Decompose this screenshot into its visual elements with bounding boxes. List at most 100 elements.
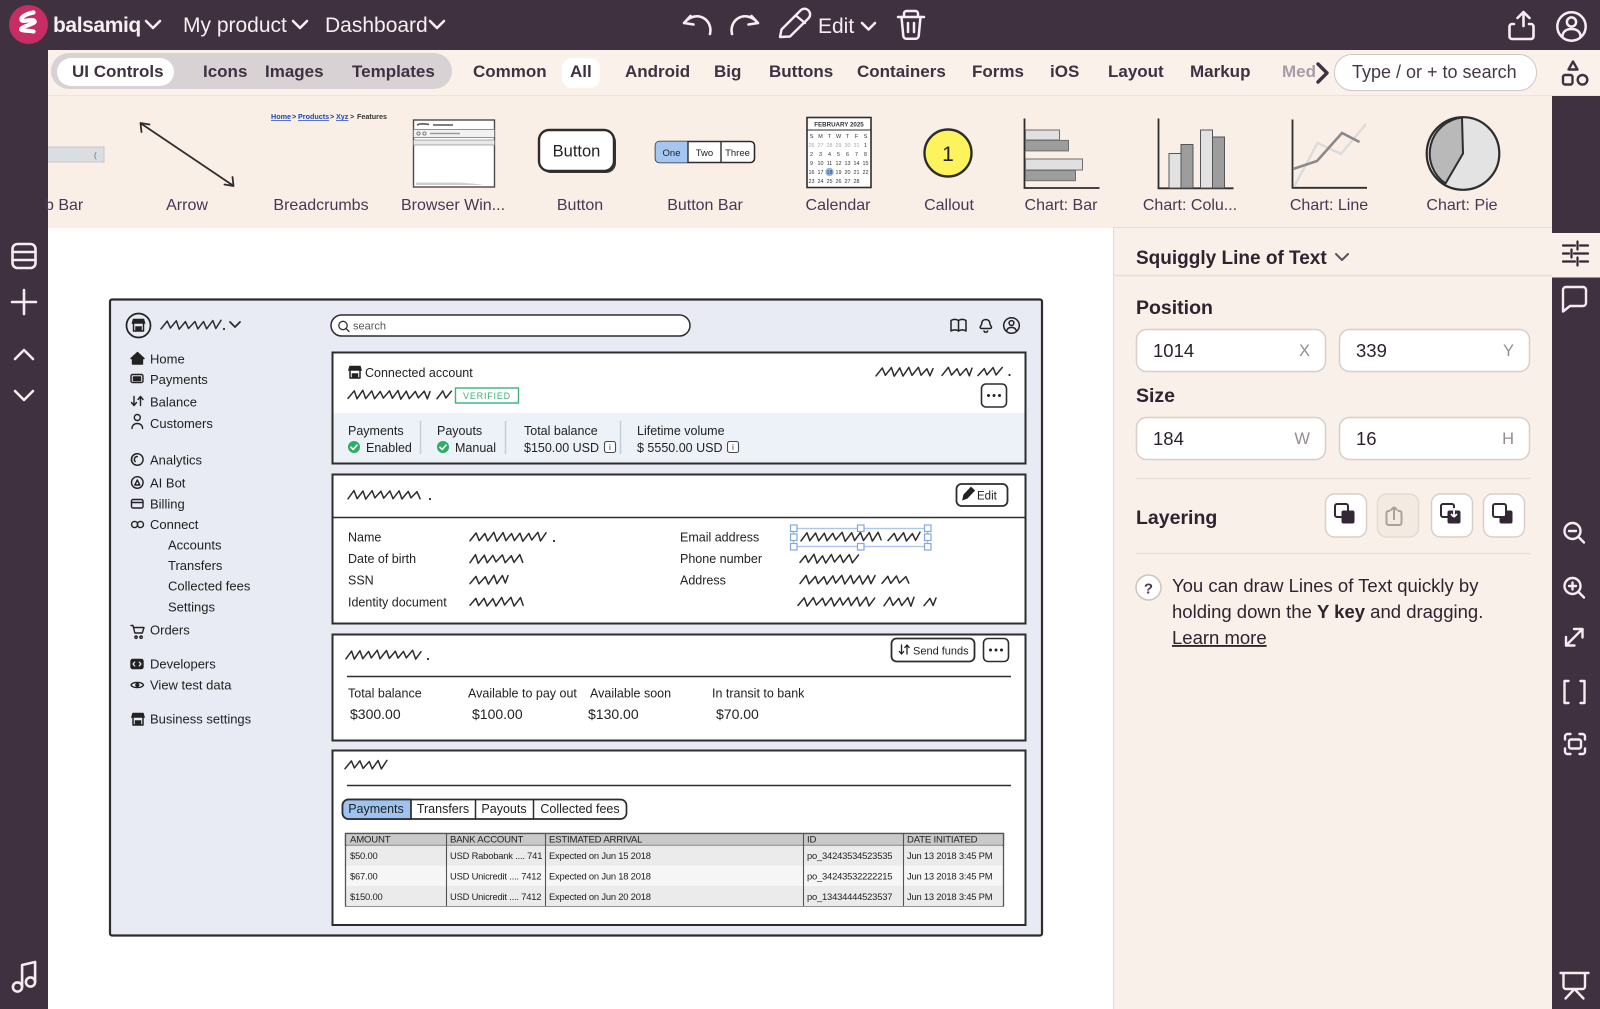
svg-text:339: 339: [1356, 340, 1387, 361]
svg-text:search: search: [353, 321, 386, 333]
svg-text:DATE INITIATED: DATE INITIATED: [907, 835, 978, 846]
svg-text:26: 26: [836, 179, 842, 185]
svg-text:7: 7: [855, 152, 858, 158]
svg-text:22: 22: [863, 170, 869, 176]
svg-text:1: 1: [942, 143, 954, 166]
svg-text:17: 17: [818, 170, 824, 176]
svg-text:Billing: Billing: [150, 497, 185, 512]
svg-text:SSN: SSN: [348, 574, 374, 588]
svg-text:Customers: Customers: [150, 416, 213, 431]
svg-text:Balance: Balance: [150, 395, 197, 410]
svg-text:8: 8: [864, 152, 867, 158]
svg-text:H: H: [1502, 430, 1514, 448]
svg-text:14: 14: [854, 161, 860, 167]
svg-text:13: 13: [845, 161, 851, 167]
svg-text:Settings: Settings: [168, 600, 215, 615]
svg-text:Manual: Manual: [455, 441, 496, 455]
svg-text:>: >: [292, 112, 296, 121]
svg-text:Lifetime volume: Lifetime volume: [637, 424, 725, 438]
svg-text:Size: Size: [1136, 385, 1175, 407]
svg-text:Edit: Edit: [977, 491, 998, 503]
svg-text:My product: My product: [183, 14, 287, 37]
svg-text:Date of birth: Date of birth: [348, 552, 416, 566]
svg-text:Payments: Payments: [348, 424, 404, 438]
svg-text:po_34243532222215: po_34243532222215: [807, 871, 892, 882]
svg-text:Accounts: Accounts: [168, 538, 222, 553]
svg-text:Home: Home: [150, 352, 185, 367]
svg-text:$100.00: $100.00: [472, 706, 523, 722]
svg-text:Available soon: Available soon: [590, 687, 671, 701]
svg-text:In transit to bank: In transit to bank: [712, 687, 805, 701]
svg-text:Two: Two: [696, 148, 713, 159]
svg-text:Expected on Jun 15 2018: Expected on Jun 15 2018: [549, 850, 651, 861]
svg-text:ESTIMATED ARRIVAL: ESTIMATED ARRIVAL: [549, 835, 643, 846]
svg-text:Features: Features: [357, 112, 387, 121]
svg-text:Phone number: Phone number: [680, 552, 762, 566]
svg-text:Dashboard: Dashboard: [325, 14, 428, 37]
svg-text:USD Unicredit .... 7412: USD Unicredit .... 7412: [450, 891, 541, 902]
svg-text:S: S: [810, 134, 814, 140]
svg-text:?: ?: [1144, 581, 1153, 598]
svg-text:Expected on Jun 20 2018: Expected on Jun 20 2018: [549, 891, 651, 902]
svg-text:Name: Name: [348, 531, 381, 545]
svg-text:Jun 13 2018 3:45 PM: Jun 13 2018 3:45 PM: [907, 871, 993, 882]
svg-text:Edit: Edit: [818, 15, 854, 38]
svg-text:>: >: [350, 112, 354, 121]
svg-text:View test data: View test data: [150, 678, 232, 693]
svg-text:30: 30: [845, 143, 851, 149]
svg-text:Position: Position: [1136, 297, 1213, 319]
svg-text:Xyz: Xyz: [336, 112, 349, 121]
svg-text:21: 21: [854, 170, 860, 176]
svg-text:$150.00 USD: $150.00 USD: [524, 441, 599, 455]
svg-text:Payments: Payments: [348, 802, 404, 816]
svg-text:Collected fees: Collected fees: [168, 579, 251, 594]
svg-text:$130.00: $130.00: [588, 706, 639, 722]
svg-text:Developers: Developers: [150, 657, 216, 672]
svg-text:Payouts: Payouts: [437, 424, 482, 438]
svg-text:Connected account: Connected account: [365, 366, 473, 380]
svg-text:Available to pay out: Available to pay out: [468, 687, 577, 701]
svg-text:Jun 13 2018 3:45 PM: Jun 13 2018 3:45 PM: [907, 891, 993, 902]
svg-text:26: 26: [809, 143, 815, 149]
svg-text:3: 3: [819, 152, 822, 158]
svg-text:Email address: Email address: [680, 531, 759, 545]
svg-text:27: 27: [818, 143, 824, 149]
svg-text:Address: Address: [680, 574, 726, 588]
svg-text:19: 19: [836, 170, 842, 176]
svg-text:Transfers: Transfers: [168, 558, 223, 573]
svg-text:>: >: [330, 112, 334, 121]
svg-text:15: 15: [863, 161, 869, 167]
svg-text:Jun 13 2018 3:45 PM: Jun 13 2018 3:45 PM: [907, 850, 993, 861]
svg-text:balsamiq: balsamiq: [53, 14, 141, 37]
svg-text:po_34243534523535: po_34243534523535: [807, 850, 892, 861]
svg-text:Three: Three: [725, 148, 750, 159]
svg-text:23: 23: [809, 179, 815, 185]
svg-text:X: X: [1299, 342, 1310, 360]
svg-text:184: 184: [1153, 428, 1184, 449]
svg-text:12: 12: [836, 161, 842, 167]
svg-text:Payments: Payments: [150, 372, 208, 387]
svg-text:2: 2: [810, 152, 813, 158]
svg-text:$70.00: $70.00: [716, 706, 759, 722]
svg-text:ID: ID: [807, 835, 816, 846]
svg-text:4: 4: [828, 152, 831, 158]
svg-text:Connect: Connect: [150, 517, 199, 532]
svg-text:6: 6: [846, 152, 849, 158]
svg-text:Total balance: Total balance: [524, 424, 598, 438]
svg-text:20: 20: [845, 170, 851, 176]
svg-text:29: 29: [836, 143, 842, 149]
svg-text:BANK ACCOUNT: BANK ACCOUNT: [450, 835, 524, 846]
svg-text:(: (: [94, 151, 97, 160]
svg-text:po_13434444523537: po_13434444523537: [807, 891, 892, 902]
svg-text:Enabled: Enabled: [366, 441, 412, 455]
svg-text:28: 28: [827, 143, 833, 149]
svg-text:1014: 1014: [1153, 340, 1194, 361]
svg-text:28: 28: [854, 179, 860, 185]
svg-text:9: 9: [810, 161, 813, 167]
svg-text:Send funds: Send funds: [913, 646, 969, 658]
svg-text:1: 1: [864, 143, 867, 149]
svg-text:Business settings: Business settings: [150, 712, 252, 727]
svg-text:Collected fees: Collected fees: [540, 802, 619, 816]
svg-text:Learn more: Learn more: [1172, 627, 1267, 648]
svg-text:Analytics: Analytics: [150, 453, 203, 468]
